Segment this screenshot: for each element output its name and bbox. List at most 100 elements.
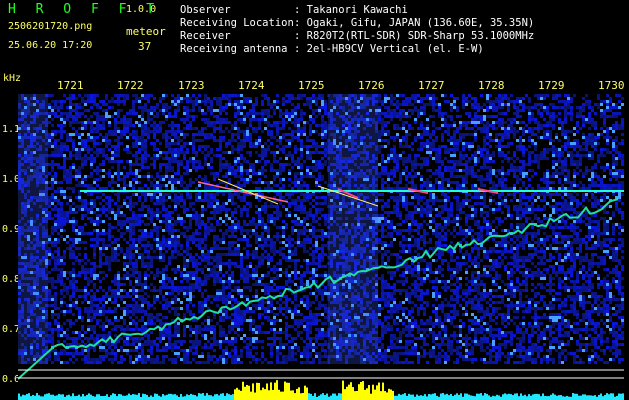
- noise-cell: [525, 130, 528, 133]
- noise-cell: [396, 223, 399, 226]
- noise-cell: [480, 208, 483, 211]
- noise-cell: [186, 118, 189, 121]
- noise-cell: [291, 202, 294, 205]
- noise-cell: [93, 94, 96, 97]
- noise-cell: [60, 193, 63, 196]
- noise-cell: [228, 196, 231, 199]
- noise-cell: [51, 154, 54, 157]
- noise-cell: [69, 112, 72, 115]
- noise-cell: [102, 124, 105, 127]
- noise-cell: [399, 187, 402, 190]
- noise-cell: [312, 166, 315, 169]
- noise-cell: [84, 205, 87, 208]
- noise-cell: [210, 193, 213, 196]
- noise-cell: [501, 118, 504, 121]
- noise-cell: [564, 163, 567, 166]
- noise-cell: [540, 220, 543, 223]
- noise-cell: [120, 118, 123, 121]
- noise-cell: [69, 196, 72, 199]
- noise-cell: [129, 169, 132, 172]
- noise-cell: [390, 169, 393, 172]
- noise-cell: [153, 130, 156, 133]
- noise-cell: [183, 157, 186, 160]
- noise-cell: [486, 157, 489, 160]
- noise-cell: [507, 157, 510, 160]
- noise-cell: [297, 172, 300, 175]
- noise-cell: [249, 154, 252, 157]
- noise-cell: [273, 205, 276, 208]
- noise-cell: [510, 100, 513, 103]
- noise-cell: [498, 169, 501, 172]
- noise-cell: [60, 118, 63, 121]
- noise-cell: [474, 196, 477, 199]
- noise-cell: [186, 193, 189, 196]
- noise-cell: [285, 208, 288, 211]
- noise-cell: [210, 205, 213, 208]
- noise-cell: [567, 103, 570, 106]
- noise-cell: [420, 136, 423, 139]
- noise-cell: [561, 196, 564, 199]
- noise-cell: [315, 196, 318, 199]
- noise-cell: [441, 211, 444, 214]
- noise-cell: [273, 112, 276, 115]
- noise-cell: [204, 145, 207, 148]
- noise-cell: [213, 121, 216, 124]
- noise-cell: [426, 133, 429, 136]
- noise-cell: [78, 112, 81, 115]
- noise-cell: [216, 115, 219, 118]
- noise-cell: [408, 181, 411, 184]
- noise-cell: [453, 97, 456, 100]
- noise-cell: [228, 130, 231, 133]
- noise-cell: [132, 193, 135, 196]
- noise-cell: [438, 223, 441, 226]
- noise-cell: [450, 148, 453, 151]
- noise-cell: [240, 118, 243, 121]
- noise-cell: [102, 148, 105, 151]
- noise-cell: [228, 151, 231, 154]
- noise-cell: [447, 133, 450, 136]
- noise-cell: [246, 115, 249, 118]
- noise-cell: [252, 163, 255, 166]
- noise-cell: [615, 94, 618, 97]
- noise-cell: [132, 172, 135, 175]
- noise-cell: [153, 214, 156, 217]
- noise-cell: [177, 163, 180, 166]
- noise-cell: [273, 154, 276, 157]
- noise-cell: [87, 187, 90, 190]
- noise-cell: [270, 166, 273, 169]
- noise-cell: [420, 199, 423, 202]
- noise-cell: [249, 145, 252, 148]
- noise-cell: [393, 97, 396, 100]
- noise-cell: [126, 118, 129, 121]
- noise-cell: [60, 127, 63, 130]
- noise-cell: [480, 151, 483, 154]
- noise-cell: [567, 136, 570, 139]
- noise-cell: [315, 184, 318, 187]
- noise-cell: [135, 220, 138, 223]
- noise-cell: [168, 214, 171, 217]
- noise-cell: [108, 172, 111, 175]
- noise-cell: [393, 169, 396, 172]
- noise-cell: [486, 223, 489, 226]
- noise-cell: [483, 205, 486, 208]
- noise-cell: [174, 109, 177, 112]
- noise-cell: [492, 127, 495, 130]
- noise-cell: [282, 100, 285, 103]
- noise-cell: [417, 133, 420, 136]
- noise-cell: [108, 226, 111, 229]
- noise-cell: [552, 187, 555, 190]
- noise-cell: [405, 133, 408, 136]
- noise-cell: [219, 205, 222, 208]
- noise-cell: [261, 172, 264, 175]
- noise-cell: [546, 187, 549, 190]
- noise-cell: [582, 124, 585, 127]
- noise-cell: [156, 154, 159, 157]
- noise-cell: [51, 163, 54, 166]
- noise-cell: [474, 106, 477, 109]
- noise-cell: [84, 175, 87, 178]
- noise-cell: [420, 205, 423, 208]
- noise-cell: [465, 196, 468, 199]
- noise-cell: [576, 220, 579, 223]
- noise-cell: [117, 103, 120, 106]
- noise-cell: [201, 223, 204, 226]
